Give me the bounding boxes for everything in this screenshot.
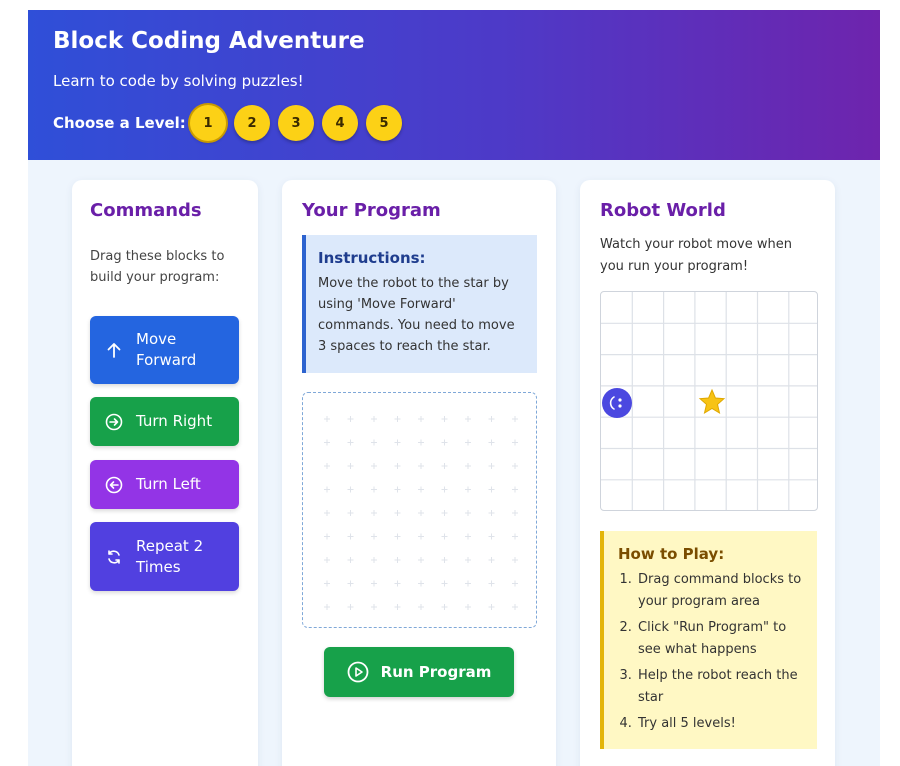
app-root: Block Coding Adventure Learn to code by … (28, 10, 880, 766)
level-4-button[interactable]: 4 (322, 105, 358, 141)
repeat-icon (104, 547, 124, 567)
world-panel: Robot World Watch your robot move when y… (580, 180, 835, 766)
turn-right-label: Turn Right (136, 412, 213, 430)
how-to-step: Try all 5 levels! (636, 713, 807, 735)
level-2-button[interactable]: 2 (234, 105, 270, 141)
move-forward-label: Move Forward (136, 330, 197, 369)
run-program-button[interactable]: Run Program (324, 647, 514, 697)
instructions-title: Instructions: (318, 249, 426, 267)
run-program-label: Run Program (380, 663, 492, 681)
program-panel: Your Program Instructions: Move the robo… (282, 180, 556, 766)
level-selector: 1 2 3 4 5 (190, 105, 402, 141)
commands-title: Commands (90, 200, 202, 221)
page-subtitle: Learn to code by solving puzzles! (53, 72, 304, 90)
level-3-button[interactable]: 3 (278, 105, 314, 141)
how-to-play-box: How to Play: Drag command blocks to your… (600, 531, 817, 749)
turn-left-label: Turn Left (136, 475, 201, 493)
how-to-step: Help the robot reach the star (636, 665, 807, 709)
level-1-button[interactable]: 1 (190, 105, 226, 141)
repeat-label: Repeat 2 Times (136, 536, 204, 576)
program-title: Your Program (302, 200, 441, 221)
world-description: Watch your robot move when you run your … (600, 237, 792, 274)
arrow-left-circle-icon (104, 475, 124, 495)
world-title: Robot World (600, 200, 726, 221)
move-forward-block[interactable]: Move Forward (90, 316, 239, 384)
header: Block Coding Adventure Learn to code by … (28, 10, 880, 160)
level-5-button[interactable]: 5 (366, 105, 402, 141)
how-to-step: Click "Run Program" to see what happens (636, 617, 807, 661)
how-to-step: Drag command blocks to your program area (636, 569, 807, 613)
program-area-grid (324, 416, 518, 610)
how-to-play-title: How to Play: (618, 545, 725, 563)
play-circle-icon (347, 661, 369, 683)
program-drop-area[interactable] (302, 392, 537, 628)
robot-world-grid (600, 291, 818, 511)
instructions-text: Move the robot to the star by using 'Mov… (318, 276, 515, 354)
level-label: Choose a Level: (53, 114, 186, 132)
commands-panel: Commands Drag these blocks to build your… (72, 180, 258, 766)
turn-left-block[interactable]: Turn Left (90, 460, 239, 509)
arrow-right-circle-icon (104, 412, 124, 432)
repeat-block[interactable]: Repeat 2 Times (90, 522, 239, 591)
how-to-play-list: Drag command blocks to your program area… (618, 569, 807, 735)
turn-right-block[interactable]: Turn Right (90, 397, 239, 446)
star-icon (697, 387, 727, 417)
instructions-box: Instructions: Move the robot to the star… (302, 235, 537, 373)
arrow-up-icon (104, 340, 124, 360)
page-title: Block Coding Adventure (53, 28, 365, 54)
robot-icon (602, 388, 632, 418)
commands-description: Drag these blocks to build your program: (90, 249, 225, 285)
